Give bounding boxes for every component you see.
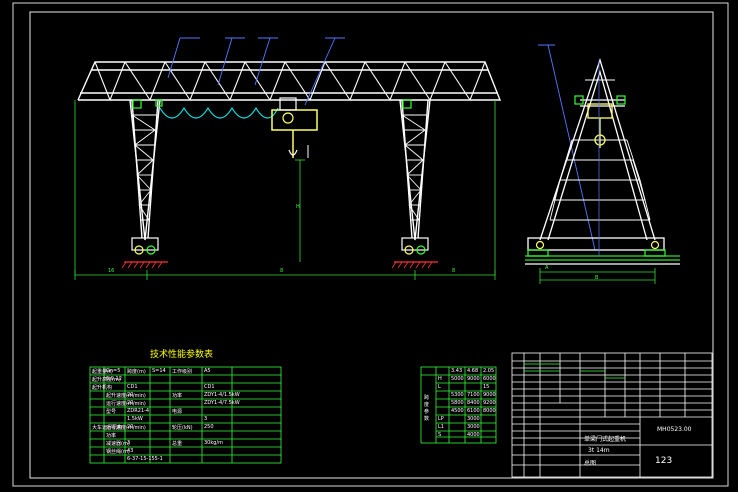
span-table-cell: 5800	[451, 400, 464, 406]
span-table-cell: 4000	[467, 432, 480, 438]
end-carriages-front	[121, 237, 438, 269]
span-table-cell: 8000	[483, 408, 496, 414]
span-table-cell: 4500	[451, 408, 464, 414]
span-table-cell: 3000	[467, 424, 480, 430]
params-table-cell: 起升机构	[92, 385, 113, 391]
span-table-cell: LP	[438, 416, 444, 422]
span-table-header-cell: 2.05	[483, 368, 495, 374]
params-table-cell: S=14	[152, 368, 166, 374]
span-table-cell: 9200	[483, 400, 496, 406]
drawing-name: 单梁门式起重机	[584, 436, 627, 443]
params-table-cell: ZDY1-4/1.5kW	[204, 392, 240, 398]
params-table-cell: 6.9,12	[106, 376, 122, 382]
params-table-cell: 电源	[172, 409, 183, 415]
dim-side-b: B	[595, 275, 599, 281]
params-table-cell: 250	[204, 424, 214, 430]
leg-joint-highlights	[132, 99, 412, 109]
params-table-cell: 跨度(m)	[127, 369, 146, 375]
params-table-cell: 工作级别	[172, 369, 193, 375]
params-table-cell: 型号	[106, 409, 117, 415]
drawing-spec: 3t 14m	[588, 447, 610, 454]
params-table-cell: 起升速度(m/min)	[106, 393, 146, 399]
params-table-cell: ZDY1-4/7.5kW	[204, 400, 240, 406]
span-table-cell: 7100	[467, 392, 480, 398]
span-table-cell: 8400	[467, 400, 480, 406]
params-table-cell: 1.5kW	[127, 416, 143, 422]
span-side-label: 跨度 参数	[424, 395, 430, 422]
drawing-assembly: 总图	[584, 460, 597, 467]
params-table-cell: ZDR21-4	[127, 408, 150, 414]
span-table-cell: L1	[438, 424, 444, 430]
span-table-cell: L	[438, 384, 441, 390]
params-table-cell: 43	[127, 448, 134, 454]
dim-span-mid: 8	[280, 268, 284, 274]
params-table-cell: 运行速度(m/min)	[106, 425, 146, 431]
params-table-cell: CD1	[204, 384, 215, 390]
dim-span-left: 16	[108, 268, 115, 274]
params-table-cell: A5	[204, 368, 211, 374]
params-table-cell: 20	[127, 424, 134, 430]
span-table-cell: 9000	[483, 392, 496, 398]
festoon-cable	[159, 106, 279, 119]
params-table-cell: Gn=5	[106, 368, 121, 374]
span-table-cell: 5300	[451, 392, 464, 398]
params-table-cell: 30kg/m	[204, 440, 223, 446]
span-table-cell: 9000	[467, 376, 480, 382]
cad-drawing-canvas	[12, 2, 729, 487]
span-table-cell: 6000	[483, 376, 496, 382]
params-table-cell: 3	[204, 416, 208, 422]
params-table-cell: CD1	[127, 384, 138, 390]
span-table-cell: 15	[483, 384, 490, 390]
params-table-cell: 轮压(kN)	[172, 425, 193, 431]
params-table-cell: 运行速度(m/min)	[106, 401, 146, 407]
span-table-cell: S	[438, 432, 442, 438]
electric-hoist	[271, 97, 318, 158]
drawing-number: MH0523.00	[657, 426, 692, 433]
params-table-cell: 20	[127, 392, 134, 398]
span-table-header-cell: 3.43	[451, 368, 463, 374]
title-block-green-lines	[524, 363, 625, 379]
span-table-cell: 6100	[467, 408, 480, 414]
span-table-cell: H	[438, 376, 442, 382]
params-table-cell: 功率	[106, 433, 117, 439]
params-table-cell: 20	[127, 400, 134, 406]
span-table-cell: 5000	[451, 376, 464, 382]
dim-side-a: A	[545, 265, 549, 271]
params-table-title: 技术性能参数表	[150, 350, 214, 360]
dim-height: H	[296, 204, 300, 210]
params-table-cell: 3	[127, 440, 131, 446]
params-table-cell: 总重	[172, 441, 183, 447]
span-table-cell: 3000	[467, 416, 480, 422]
sheet-number: 123	[655, 456, 673, 466]
span-table-header-cell: 4.68	[467, 368, 479, 374]
title-block-grid	[511, 352, 713, 478]
params-table-cell: 功率	[172, 393, 183, 399]
dim-span-right: 8	[452, 268, 456, 274]
params-table-cell: 6-37-15-155-1	[127, 456, 163, 462]
